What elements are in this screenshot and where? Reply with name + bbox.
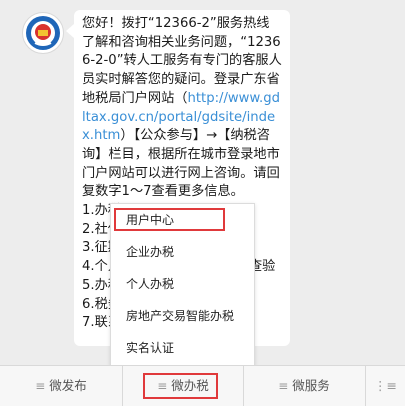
submenu-popup: 用户中心 企业办税 个人办税 房地产交易智能办税 实名认证 [110, 203, 255, 366]
tab-wei-service[interactable]: ≡ 微服务 [243, 366, 366, 406]
tab-wei-publish[interactable]: ≡ 微发布 [0, 366, 122, 406]
tab-label: 微服务 [292, 378, 330, 393]
avatar[interactable] [22, 12, 64, 54]
menu-item-user-center[interactable]: 用户中心 [111, 204, 254, 236]
bubble-tail [66, 24, 74, 38]
list-menu-icon: ≡ [278, 379, 289, 393]
list-menu-icon: ≡ [35, 379, 46, 393]
menu-item-realname-auth[interactable]: 实名认证 [111, 332, 254, 364]
keyboard-toggle-icon: ⋮≡ [374, 378, 397, 393]
tab-label: 微发布 [49, 378, 87, 393]
tax-bureau-badge-icon [26, 16, 60, 50]
highlight-box [143, 373, 218, 399]
message-text: 您好！拨打“12366-2”服务热线了解和咨询相关业务问题，“12366-2-0… [82, 15, 282, 202]
menu-item-personal-tax[interactable]: 个人办税 [111, 268, 254, 300]
menu-item-real-estate-tax[interactable]: 房地产交易智能办税 [111, 300, 254, 332]
highlight-box [114, 208, 225, 231]
keyboard-toggle-button[interactable]: ⋮≡ [366, 366, 405, 406]
menu-item-enterprise-tax[interactable]: 企业办税 [111, 236, 254, 268]
